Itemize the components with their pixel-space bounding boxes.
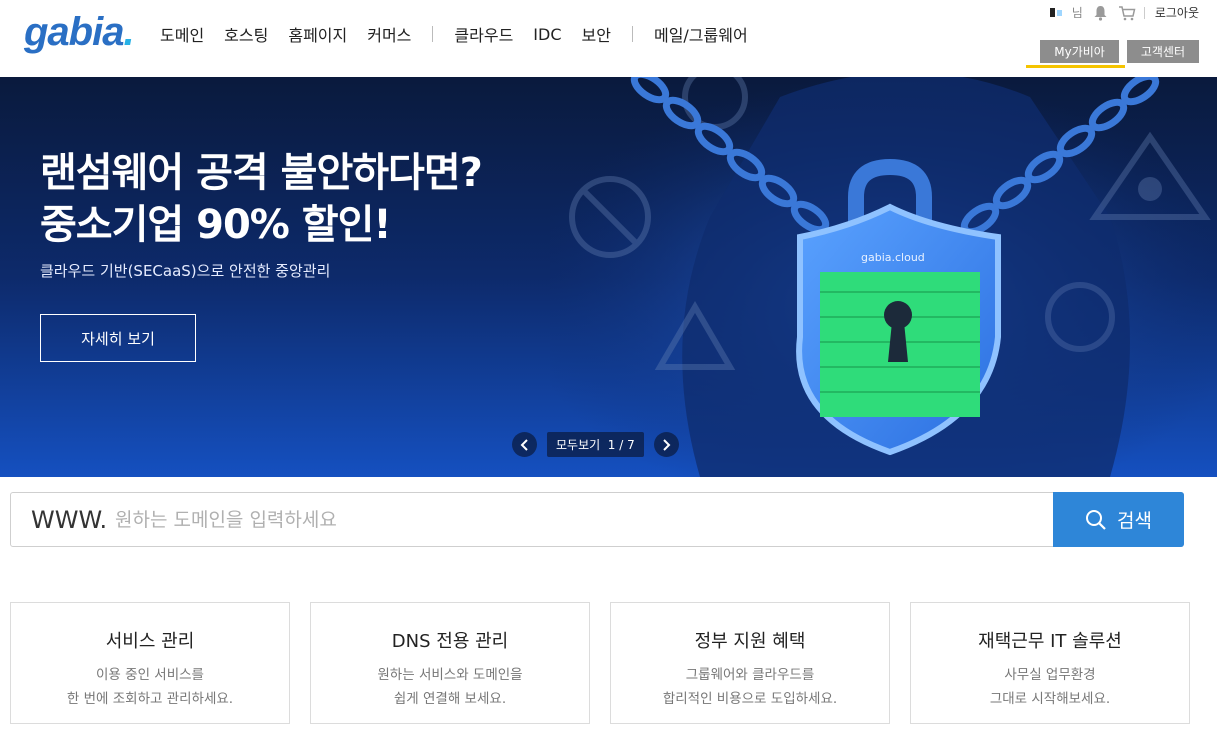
hero-subtitle: 클라우드 기반(SECaaS)으로 안전한 중앙관리 <box>40 262 331 280</box>
card-title: 재택근무 IT 솔루션 <box>978 631 1122 652</box>
nav-cloud[interactable]: 클라우드 <box>454 22 513 46</box>
top-buttons: My가비아 고객센터 <box>1026 40 1199 68</box>
card-title: DNS 전용 관리 <box>391 631 509 652</box>
bell-icon[interactable] <box>1093 5 1108 21</box>
user-suffix: 님 <box>1071 6 1083 20</box>
nav-divider <box>432 26 434 42</box>
card-service-management[interactable]: 서비스 관리 이용 중인 서비스를 한 번에 조회하고 관리하세요. <box>10 602 290 724</box>
site-header: gabia. 도메인 호스팅 홈페이지 커머스 클라우드 IDC 보안 메일/그… <box>0 0 1217 77</box>
card-remote-work-solution[interactable]: 재택근무 IT 솔루션 사무실 업무환경 그대로 시작해보세요. <box>910 602 1190 724</box>
domain-search-input[interactable] <box>115 503 1015 537</box>
nav-homepage[interactable]: 홈페이지 <box>288 22 347 46</box>
www-prefix: WWW. <box>31 506 108 534</box>
hero-banner[interactable]: 랜섬웨어 공격 불안하다면? 중소기업 90% 할인! 클라우드 기반(SECa… <box>0 77 1217 477</box>
search-icon <box>1086 509 1106 530</box>
hero-illustration <box>550 77 1217 477</box>
util-divider <box>1143 6 1145 19</box>
hero-title-line1: 랜섬웨어 공격 불안하다면? <box>40 150 483 196</box>
card-desc-line2: 그대로 시작해보세요. <box>989 691 1111 707</box>
logout-link[interactable]: 로그아웃 <box>1155 4 1199 21</box>
card-desc-line2: 한 번에 조회하고 관리하세요. <box>66 691 234 707</box>
logo-dot: . <box>123 10 134 54</box>
card-government-support[interactable]: 정부 지원 혜택 그룹웨어와 클라우드를 합리적인 비용으로 도입하세요. <box>610 602 890 724</box>
mygabia-button[interactable]: My가비아 <box>1026 40 1125 68</box>
banner-pager: 모두보기 1 / 7 <box>512 432 679 457</box>
customer-center-button[interactable]: 고객센터 <box>1126 40 1199 63</box>
card-title: 정부 지원 혜택 <box>694 631 806 652</box>
gabia-logo[interactable]: gabia. <box>24 10 135 55</box>
cart-icon[interactable] <box>1118 5 1136 21</box>
user-avatar <box>1049 8 1062 17</box>
nav-hosting[interactable]: 호스팅 <box>224 22 268 46</box>
card-desc-line1: 이용 중인 서비스를 <box>96 667 204 683</box>
logo-text: gabia <box>24 10 124 54</box>
hero-title-line2: 중소기업 90% 할인! <box>40 202 392 248</box>
utility-bar: 님 로그아웃 <box>1040 4 1199 21</box>
view-details-button[interactable]: 자세히 보기 <box>40 314 196 362</box>
main-nav: 도메인 호스팅 홈페이지 커머스 클라우드 IDC 보안 메일/그룹웨어 <box>160 22 768 46</box>
nav-commerce[interactable]: 커머스 <box>367 22 411 46</box>
chevron-left-icon[interactable] <box>512 432 537 457</box>
card-desc-line2: 합리적인 비용으로 도입하세요. <box>662 691 838 707</box>
view-all-pager[interactable]: 모두보기 1 / 7 <box>547 432 644 457</box>
card-desc-line2: 쉽게 연결해 보세요. <box>393 691 507 707</box>
nav-divider <box>631 26 633 42</box>
hero-title: 랜섬웨어 공격 불안하다면? 중소기업 90% 할인! <box>40 147 483 251</box>
card-title: 서비스 관리 <box>105 631 195 652</box>
nav-security[interactable]: 보안 <box>582 22 611 46</box>
nav-domain[interactable]: 도메인 <box>160 22 204 46</box>
gabia-cloud-badge: gabia.cloud <box>861 251 925 264</box>
card-desc-line1: 원하는 서비스와 도메인을 <box>377 667 523 683</box>
domain-search-bar: WWW. 검색 <box>10 492 1184 547</box>
search-button[interactable]: 검색 <box>1053 492 1184 547</box>
nav-idc[interactable]: IDC <box>533 25 561 44</box>
card-dns-management[interactable]: DNS 전용 관리 원하는 서비스와 도메인을 쉽게 연결해 보세요. <box>310 602 590 724</box>
card-desc-line1: 사무실 업무환경 <box>1004 667 1096 683</box>
card-desc-line1: 그룹웨어와 클라우드를 <box>685 667 815 683</box>
chevron-right-icon[interactable] <box>653 432 679 457</box>
quick-service-cards: 서비스 관리 이용 중인 서비스를 한 번에 조회하고 관리하세요. DNS 전… <box>10 602 1210 724</box>
search-button-label: 검색 <box>1117 510 1152 532</box>
nav-mail-groupware[interactable]: 메일/그룹웨어 <box>654 22 748 46</box>
